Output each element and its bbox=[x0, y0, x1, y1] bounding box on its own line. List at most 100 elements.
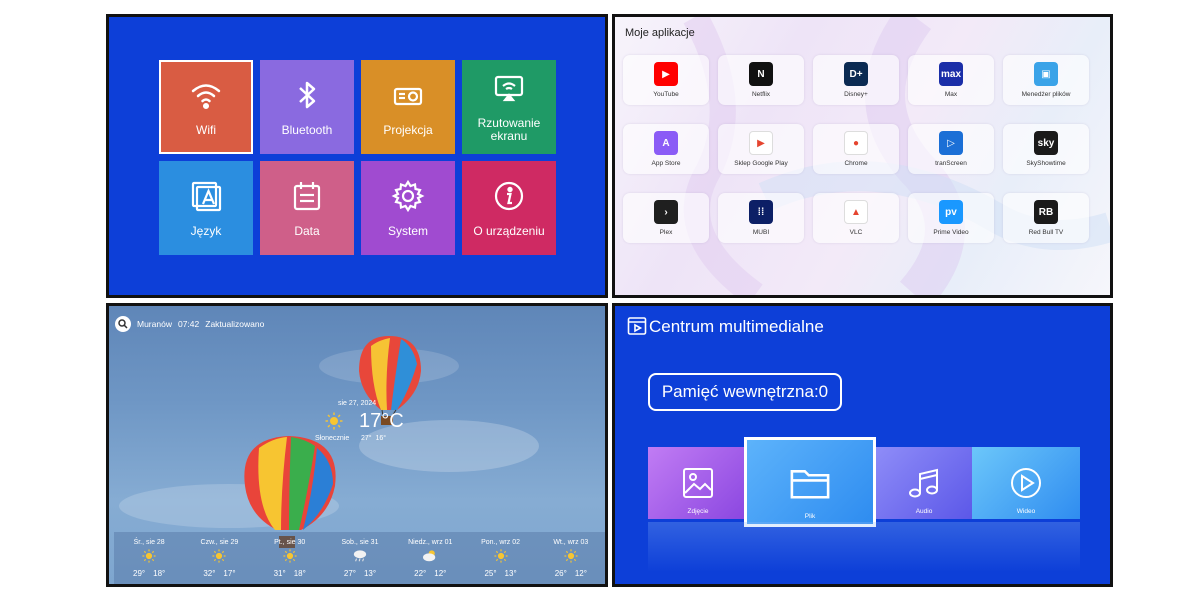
weather-header: Muranów 07:42 Zaktualizowano bbox=[115, 316, 264, 332]
category-zdjecie[interactable]: Zdjęcie bbox=[648, 447, 748, 519]
forecast-low: 12° bbox=[574, 568, 587, 578]
forecast-low: 18° bbox=[153, 568, 166, 578]
music-icon bbox=[909, 468, 938, 498]
forecast-high: 26° bbox=[554, 568, 567, 578]
tile-label: Wifi bbox=[196, 122, 216, 137]
app-google-play[interactable]: ▶ Sklep Google Play bbox=[718, 124, 804, 174]
file-manager-icon: ▣ bbox=[1034, 62, 1058, 86]
settings-menu-screen: Wifi Bluetooth Projekcja Rzutowanie ekra… bbox=[106, 14, 608, 298]
forecast-day: Niedz., wrz 01 22° 12° bbox=[395, 532, 465, 584]
tile-wifi[interactable]: Wifi bbox=[159, 60, 253, 154]
screen-cast-icon bbox=[494, 75, 524, 102]
app-label: App Store bbox=[651, 160, 681, 167]
tile-bluetooth[interactable]: Bluetooth bbox=[260, 60, 354, 154]
tile-jezyk[interactable]: Język bbox=[159, 161, 253, 255]
category-label: Zdjęcie bbox=[687, 508, 709, 515]
app-netflix[interactable]: N Netflix bbox=[718, 55, 804, 105]
app-vlc[interactable]: ▲ VLC bbox=[813, 193, 899, 243]
bluetooth-icon bbox=[299, 81, 316, 108]
app-mubi[interactable]: ⁞⁞ MUBI bbox=[718, 193, 804, 243]
partly-cloudy-icon bbox=[422, 549, 438, 565]
app-label: tranScreen bbox=[935, 160, 967, 167]
current-date: sie 27, 2024 bbox=[338, 400, 377, 407]
app-label: Menedżer plików bbox=[1021, 91, 1071, 98]
forecast-date: Wt., wrz 03 bbox=[553, 538, 589, 546]
category-label: Plik bbox=[804, 513, 816, 520]
forecast-high: 29° bbox=[133, 568, 146, 578]
forecast-temps: 26° 12° bbox=[555, 569, 587, 578]
app-label: Sklep Google Play bbox=[734, 160, 788, 167]
tile-label: Data bbox=[294, 223, 320, 238]
app-store-icon: A bbox=[654, 131, 678, 155]
storage-button[interactable]: Pamięć wewnętrzna:0 bbox=[648, 373, 842, 411]
tile-rzutowanie-ekranu[interactable]: Rzutowanie ekranu bbox=[462, 60, 556, 154]
forecast-high: 22° bbox=[414, 568, 427, 578]
mubi-icon: ⁞⁞ bbox=[749, 200, 773, 224]
sun-icon bbox=[142, 548, 156, 565]
current-temperature: 17°C bbox=[359, 410, 404, 432]
page-title: Moje aplikacje bbox=[625, 27, 695, 39]
app-label: Max bbox=[944, 91, 958, 98]
app-label: YouTube bbox=[653, 91, 679, 98]
app-app-store[interactable]: A App Store bbox=[623, 124, 709, 174]
forecast-bar: Śr., sie 28 29° 18° Czw., sie 29 32° 17° Pt., … bbox=[114, 532, 605, 584]
forecast-high: 31° bbox=[273, 568, 286, 578]
app-file-manager[interactable]: ▣ Menedżer plików bbox=[1003, 55, 1089, 105]
category-wideo[interactable]: Wideo bbox=[972, 447, 1080, 519]
forecast-low: 13° bbox=[363, 568, 377, 578]
app-plex[interactable]: › Plex bbox=[623, 193, 709, 243]
forecast-day: Wt., wrz 03 26° 12° bbox=[536, 532, 605, 584]
app-label: SkyShowtime bbox=[1026, 160, 1066, 167]
app-max[interactable]: max Max bbox=[908, 55, 994, 105]
tile-system[interactable]: System bbox=[361, 161, 455, 255]
forecast-date: Sob., sie 31 bbox=[341, 538, 379, 546]
app-prime-video[interactable]: pv Prime Video bbox=[908, 193, 994, 243]
gear-icon bbox=[391, 179, 425, 212]
tile-data[interactable]: Data bbox=[260, 161, 354, 255]
forecast-low: 12° bbox=[434, 568, 447, 578]
search-button[interactable] bbox=[115, 316, 131, 332]
forecast-temps: 25° 13° bbox=[484, 569, 516, 578]
forecast-day: Pon., wrz 02 25° 13° bbox=[465, 532, 535, 584]
multimedia-center-screen: Centrum multimedialne Pamięć wewnętrzna:… bbox=[612, 303, 1113, 587]
app-transcreen[interactable]: ▷ tranScreen bbox=[908, 124, 994, 174]
category-audio[interactable]: Audio bbox=[874, 447, 974, 519]
current-high-low: 27° 16° bbox=[361, 435, 387, 442]
sun-icon bbox=[564, 548, 578, 565]
forecast-high: 32° bbox=[203, 568, 216, 578]
forecast-date: Pon., wrz 02 bbox=[481, 538, 520, 546]
app-skyshowtime[interactable]: sky SkyShowtime bbox=[1003, 124, 1089, 174]
plex-icon: › bbox=[654, 200, 678, 224]
app-label: Plex bbox=[659, 229, 673, 236]
app-label: Netflix bbox=[751, 91, 771, 98]
forecast-day: Śr., sie 28 29° 18° bbox=[114, 532, 184, 584]
vlc-icon: ▲ bbox=[844, 200, 868, 224]
prime-video-icon: pv bbox=[939, 200, 963, 224]
app-label: Disney+ bbox=[844, 91, 868, 98]
language-icon bbox=[191, 181, 222, 211]
tile-projekcja[interactable]: Projekcja bbox=[361, 60, 455, 154]
app-youtube[interactable]: ▶ YouTube bbox=[623, 55, 709, 105]
app-redbull-tv[interactable]: RB Red Bull TV bbox=[1003, 193, 1089, 243]
tile-label: Język bbox=[190, 223, 222, 238]
tile-o-urzadzeniu[interactable]: O urządzeniu bbox=[462, 161, 556, 255]
app-chrome[interactable]: ● Chrome bbox=[813, 124, 899, 174]
tile-label: Bluetooth bbox=[281, 122, 333, 137]
forecast-date: Śr., sie 28 bbox=[133, 538, 165, 546]
sun-icon bbox=[212, 548, 227, 565]
current-condition: Słonecznie bbox=[315, 435, 350, 442]
redbull-tv-icon: RB bbox=[1034, 200, 1058, 224]
category-plik[interactable]: Plik bbox=[744, 437, 876, 527]
app-label: Prime Video bbox=[933, 229, 969, 236]
forecast-high: 27° bbox=[343, 568, 356, 578]
media-center-icon bbox=[627, 317, 647, 335]
folder-icon bbox=[790, 470, 830, 499]
update-time: 07:42 bbox=[177, 319, 200, 329]
transcreen-icon: ▷ bbox=[939, 131, 963, 155]
category-label: Wideo bbox=[1016, 508, 1036, 515]
app-label: Chrome bbox=[844, 160, 868, 167]
tile-label: Projekcja bbox=[383, 122, 433, 137]
location: Muranów bbox=[137, 319, 172, 329]
rain-cloud-icon bbox=[352, 549, 368, 565]
app-disney[interactable]: D+ Disney+ bbox=[813, 55, 899, 105]
